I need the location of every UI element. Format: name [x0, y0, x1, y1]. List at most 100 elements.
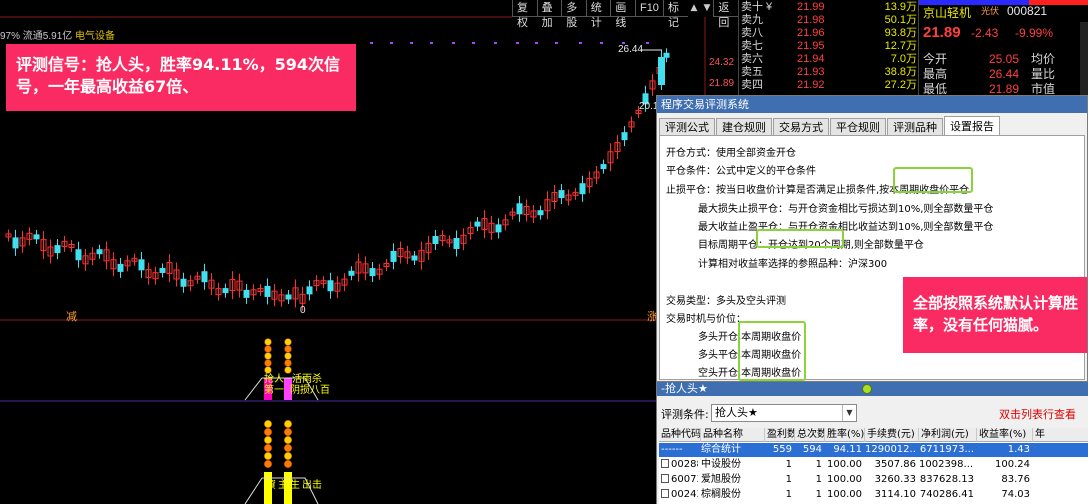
- signal-label-f: 主: [278, 480, 288, 491]
- column-header[interactable]: 品种名称: [701, 428, 765, 442]
- toolbar-button-f10[interactable]: F10: [634, 0, 663, 17]
- signal-coin-icon: [264, 366, 272, 374]
- table-cell: 6711973...: [919, 444, 974, 455]
- table-row[interactable]: 002883中设股份 1 1 100.00 3507.861002398.... 100.…: [659, 458, 1088, 472]
- signal-coin-icon: [283, 451, 293, 461]
- report-line-max-loss: 最大损失止损平仓：与开仓资金相比亏损达到10%,则全部数量平仓: [698, 204, 994, 215]
- chart-toolbar: 复权 叠加 多股 统计 画线 F10 标记 ▲ ▼ 返回: [512, 0, 738, 29]
- info-value: 26.44: [989, 67, 1020, 81]
- table-cell: 100.00: [827, 459, 862, 470]
- quote-volume: 13.9万: [884, 1, 917, 13]
- quote-price: 21.99: [797, 1, 825, 13]
- info-scrollbar[interactable]: [1080, 22, 1088, 95]
- signal-coin-icon: [284, 338, 292, 346]
- signal-dot: [452, 42, 455, 44]
- tab-report-settings[interactable]: 设置报告: [944, 116, 1000, 136]
- promo-banner-left: 评测信号：抢人头，胜率94.11%，594次信号，一年最高收益67倍、: [6, 44, 356, 111]
- quote-row: 卖六 21.94 7.0万: [739, 53, 919, 66]
- quote-label: 卖五: [741, 66, 763, 78]
- quote-label: 卖八: [741, 27, 763, 39]
- candle-body: [33, 234, 40, 240]
- chevron-down-icon[interactable]: ▼: [842, 405, 856, 421]
- table-cell: 3260.33: [874, 474, 916, 485]
- signal-coin-icon: [284, 359, 292, 367]
- kline-chart-pane[interactable]: 97% 流通5.91亿 电气设备 复权 叠加 多股 统计 画线 F10 标记 ▲…: [0, 0, 738, 504]
- table-row[interactable]: ------ 综合统计 559 594 94.111290012....6711973.…: [659, 443, 1088, 457]
- table-cell: 74.03: [1001, 489, 1030, 500]
- quote-price: 21.92: [797, 79, 825, 91]
- tab-formula[interactable]: 评测公式: [659, 118, 715, 136]
- quote-volume: 38.8万: [884, 66, 917, 78]
- tab-trade-mode[interactable]: 交易方式: [773, 118, 829, 136]
- table-cell: 1: [815, 489, 822, 500]
- candle-body: [264, 285, 271, 297]
- arrow-down-icon[interactable]: ▼: [700, 0, 713, 17]
- candle-body: [600, 164, 607, 170]
- table-cell: 94.11: [833, 444, 862, 455]
- highlight-box-stop-loss: [893, 167, 973, 193]
- column-header[interactable]: 盈利数: [765, 428, 795, 442]
- stock-summary: 97% 流通5.91亿 电气设备: [0, 27, 115, 42]
- candle-body: [180, 278, 187, 287]
- candle-body: [306, 286, 313, 295]
- toolbar-button-draw[interactable]: 画线: [610, 0, 635, 29]
- quote-volume: 50.1万: [884, 14, 917, 26]
- stock-name: 京山轻机: [923, 6, 972, 20]
- candle-body: [75, 249, 82, 261]
- candle-body: [516, 203, 523, 215]
- info-key: 最低: [923, 82, 948, 96]
- candle-body: [327, 280, 334, 292]
- toolbar-button-mark[interactable]: 标记: [662, 0, 688, 29]
- industry-text: 电气设备: [75, 31, 116, 42]
- report-line-close-cond: 平仓条件：公式中定义的平仓条件: [666, 166, 816, 177]
- status-dot-icon[interactable]: [862, 384, 872, 394]
- table-cell: 002883: [659, 458, 698, 472]
- tab-close-rules[interactable]: 平仓规则: [830, 118, 886, 136]
- table-cell: 爱旭股份: [701, 474, 741, 485]
- condition-select[interactable]: 抢人头★ ▼: [711, 404, 857, 422]
- tab-open-rules[interactable]: 建仓规则: [716, 118, 772, 136]
- column-header[interactable]: 胜率(%): [825, 428, 865, 442]
- results-hint: 双击列表行查看: [999, 408, 1076, 421]
- quote-volume: 93.8万: [884, 27, 917, 39]
- candle-body: [201, 271, 208, 283]
- table-cell: 002431: [659, 488, 698, 502]
- candle-body: [285, 294, 292, 300]
- table-cell: 837628.13: [919, 474, 974, 485]
- signal-dot: [579, 42, 582, 44]
- arrow-up-icon[interactable]: ▲: [688, 0, 701, 17]
- toolbar-button-stats[interactable]: 统计: [585, 0, 611, 29]
- info-value: 21.89: [989, 82, 1020, 96]
- candle-body: [138, 259, 145, 271]
- toolbar-button-back[interactable]: 返回: [713, 0, 738, 29]
- quote-price: 21.96: [797, 27, 825, 39]
- condition-label: 评测条件:: [661, 408, 709, 421]
- quote-row: 卖七 21.95 12.7万: [739, 40, 919, 53]
- results-table: 品种代码 品种名称 盈利数 总次数 胜率(%) 手续费(元) 净利润(元) 收益率(%) 年 --…: [659, 428, 1088, 504]
- toolbar-button-multi[interactable]: 多股: [561, 0, 586, 29]
- toolbar-button-restore[interactable]: 复权: [512, 0, 537, 29]
- quote-volume: 12.7万: [884, 40, 917, 52]
- signal-coin-icon: [263, 443, 273, 453]
- column-header[interactable]: 总次数: [795, 428, 825, 442]
- candle-body: [159, 267, 166, 273]
- table-row[interactable]: 002431棕榈股份 1 1 100.00 3114.10740286.41 74.03: [659, 488, 1088, 502]
- signal-dot: [430, 42, 433, 44]
- column-header[interactable]: 年: [1033, 428, 1088, 442]
- signal-coin-icon: [263, 419, 273, 429]
- column-header[interactable]: 净利润(元): [919, 428, 977, 442]
- table-cell-text: 002883: [671, 459, 698, 470]
- signal-label-a: 抢人: [264, 374, 284, 385]
- table-cell: 综合统计: [701, 444, 741, 455]
- tab-instruments[interactable]: 评测品种: [887, 118, 943, 136]
- toolbar-button-overlay[interactable]: 叠加: [536, 0, 562, 29]
- axis-price-upper: 24.32: [709, 57, 735, 68]
- quote-price: 21.95: [797, 40, 825, 52]
- quote-volume: 7.0万: [890, 53, 917, 65]
- quote-row: 卖五 21.93 38.8万: [739, 66, 919, 79]
- column-header[interactable]: 收益率(%): [977, 428, 1033, 442]
- column-header[interactable]: 手续费(元): [865, 428, 919, 442]
- column-header[interactable]: 品种代码: [659, 428, 701, 442]
- low-price-label: 0: [300, 305, 306, 316]
- table-row[interactable]: 600732爱旭股份 1 1 100.00 3260.33837628.13 83.76: [659, 473, 1088, 487]
